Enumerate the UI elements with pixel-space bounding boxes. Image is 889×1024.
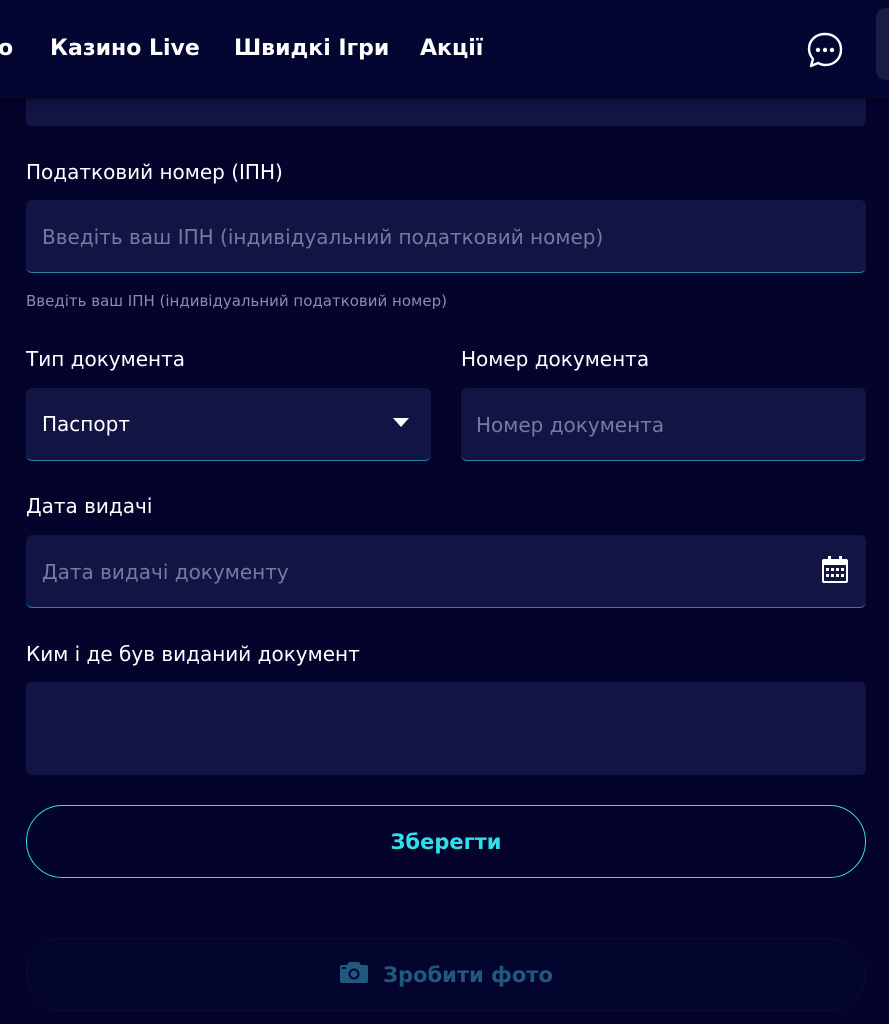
- document-type-value: Паспорт: [42, 412, 130, 436]
- top-navigation: о Казино Live Швидкі Ігри Акції: [0, 0, 889, 98]
- nav-item-partial[interactable]: о: [0, 36, 13, 61]
- panel-edge: [876, 8, 889, 80]
- save-button[interactable]: Зберегти: [26, 805, 866, 878]
- nav-item-promotions[interactable]: Акції: [420, 36, 483, 61]
- nav-item-casino-live[interactable]: Казино Live: [50, 36, 200, 61]
- caret-down-icon: [393, 418, 409, 427]
- document-number-placeholder: Номер документа: [476, 413, 665, 437]
- nav-item-quick-games[interactable]: Швидкі Ігри: [234, 36, 389, 61]
- document-type-select[interactable]: Паспорт: [26, 388, 431, 461]
- issue-date-label: Дата видачі: [26, 494, 153, 518]
- tax-number-hint: Введіть ваш ІПН (індивідуальний податков…: [26, 292, 447, 310]
- tax-number-placeholder: Введіть ваш ІПН (індивідуальний податков…: [42, 225, 604, 249]
- calendar-icon[interactable]: [820, 555, 850, 585]
- issued-by-label: Ким і де був виданий документ: [26, 642, 360, 666]
- issued-by-textarea[interactable]: [26, 682, 866, 775]
- chat-bubble-icon[interactable]: [806, 31, 844, 69]
- document-number-input[interactable]: Номер документа: [461, 388, 866, 461]
- issue-date-input[interactable]: Дата видачі документу: [26, 535, 866, 608]
- profile-document-page: о Казино Live Швидкі Ігри Акції Податков…: [0, 0, 889, 1024]
- issue-date-placeholder: Дата видачі документу: [42, 560, 289, 584]
- tax-number-input[interactable]: Введіть ваш ІПН (індивідуальний податков…: [26, 200, 866, 273]
- tax-number-label: Податковий номер (ІПН): [26, 160, 283, 184]
- document-type-label: Тип документа: [26, 347, 186, 371]
- document-number-label: Номер документа: [461, 347, 650, 371]
- take-photo-label: Зробити фото: [383, 962, 553, 987]
- camera-icon: [339, 960, 369, 989]
- take-photo-button[interactable]: Зробити фото: [26, 938, 866, 1011]
